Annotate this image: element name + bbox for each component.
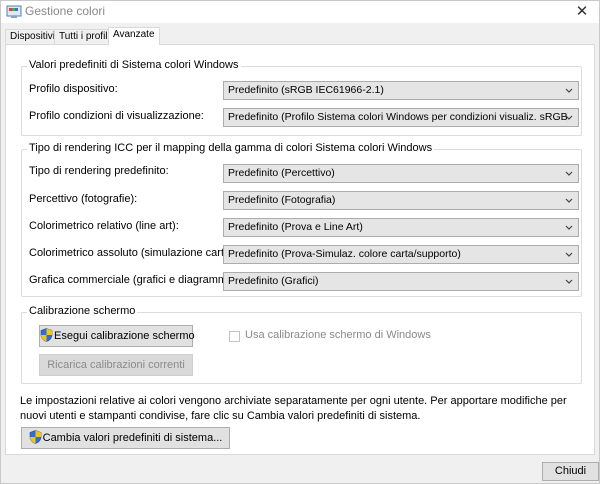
rendering-group-legend: Tipo di rendering ICC per il mapping del… (27, 142, 435, 154)
perceptual-dropdown[interactable]: Predefinito (Fotografia) (223, 191, 579, 210)
calibration-group-legend: Calibrazione schermo (27, 305, 138, 317)
tab-avanzate[interactable]: Avanzate (108, 27, 160, 45)
business-graphics-label: Grafica commerciale (grafici e diagrammi… (29, 274, 237, 286)
change-system-defaults-label: Cambia valori predefiniti di sistema... (42, 432, 223, 444)
chevron-down-icon (565, 225, 573, 230)
relative-colorimetric-label: Colorimetrico relativo (line art): (29, 220, 179, 232)
calibrate-display-button[interactable]: Esegui calibrazione schermo (39, 325, 195, 347)
chevron-down-icon (565, 252, 573, 257)
close-icon[interactable]: ✕ (573, 2, 591, 20)
viewing-conditions-dropdown[interactable]: Predefinito (Profilo Sistema colori Wind… (223, 108, 579, 127)
use-windows-calibration-checkbox[interactable] (229, 331, 240, 342)
tab-tutti-i-profili[interactable]: Tutti i profili (54, 29, 115, 44)
defaults-group-legend: Valori predefiniti di Sistema colori Win… (27, 59, 241, 71)
default-rendering-dropdown[interactable]: Predefinito (Percettivo) (223, 164, 579, 183)
rendering-group: Tipo di rendering ICC per il mapping del… (21, 142, 582, 297)
perceptual-value: Predefinito (Fotografia) (228, 194, 336, 206)
advanced-panel: Valori predefiniti di Sistema colori Win… (5, 44, 595, 455)
device-profile-value: Predefinito (sRGB IEC61966-2.1) (228, 84, 384, 96)
relative-colorimetric-value: Predefinito (Prova e Line Art) (228, 221, 363, 233)
calibration-group: Calibrazione schermo Esegui calibrazione… (21, 305, 582, 384)
perceptual-label: Percettivo (fotografie): (29, 193, 138, 205)
viewing-conditions-label: Profilo condizioni di visualizzazione: (29, 110, 204, 122)
calibrate-display-label: Esegui calibrazione schermo (54, 330, 195, 342)
reload-calibrations-label: Ricarica calibrazioni correnti (47, 359, 185, 371)
tab-dispositivi[interactable]: Dispositivi (5, 29, 61, 44)
window-title: Gestione colori (25, 4, 106, 18)
info-text: Le impostazioni relative ai colori vengo… (20, 395, 567, 422)
business-graphics-dropdown[interactable]: Predefinito (Grafici) (223, 272, 579, 291)
chevron-down-icon (565, 88, 573, 93)
default-rendering-value: Predefinito (Percettivo) (228, 167, 335, 179)
absolute-colorimetric-dropdown[interactable]: Predefinito (Prova-Simulaz. colore carta… (223, 245, 579, 264)
close-button[interactable]: Chiudi (542, 462, 599, 481)
change-system-defaults-button[interactable]: Cambia valori predefiniti di sistema... (21, 427, 230, 449)
device-profile-label: Profilo dispositivo: (29, 83, 118, 95)
relative-colorimetric-dropdown[interactable]: Predefinito (Prova e Line Art) (223, 218, 579, 237)
reload-calibrations-button[interactable]: Ricarica calibrazioni correnti (39, 354, 193, 376)
device-profile-dropdown[interactable]: Predefinito (sRGB IEC61966-2.1) (223, 81, 579, 100)
chevron-down-icon (565, 279, 573, 284)
uac-shield-icon (40, 328, 53, 342)
color-management-icon (6, 5, 22, 18)
defaults-group: Valori predefiniti di Sistema colori Win… (21, 59, 582, 136)
business-graphics-value: Predefinito (Grafici) (228, 275, 319, 287)
use-windows-calibration-label: Usa calibrazione schermo di Windows (245, 329, 431, 341)
chevron-down-icon (565, 198, 573, 203)
absolute-colorimetric-value: Predefinito (Prova-Simulaz. colore carta… (228, 248, 461, 260)
chevron-down-icon (565, 115, 573, 120)
absolute-colorimetric-label: Colorimetrico assoluto (simulazione cart… (29, 247, 237, 259)
title-bar: Gestione colori ✕ (1, 1, 599, 23)
chevron-down-icon (565, 171, 573, 176)
viewing-conditions-value: Predefinito (Profilo Sistema colori Wind… (228, 111, 568, 123)
default-rendering-label: Tipo di rendering predefinito: (29, 165, 169, 177)
window: Gestione colori ✕ Dispositivi Tutti i pr… (0, 0, 600, 484)
uac-shield-icon (29, 430, 41, 444)
